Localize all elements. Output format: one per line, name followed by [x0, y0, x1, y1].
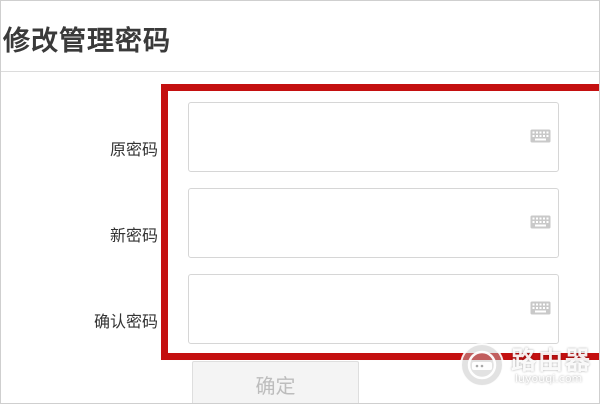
old-password-label: 原密码	[109, 140, 158, 159]
confirm-button[interactable]: 确定	[192, 361, 359, 403]
confirm-password-input[interactable]	[188, 274, 559, 344]
new-password-label: 新密码	[109, 226, 158, 245]
password-change-panel: 修改管理密码 原密码 新密码 确认密码 确定 路由器 luyouqi.com	[0, 0, 600, 404]
page-title: 修改管理密码	[3, 26, 171, 57]
keyboard-icon[interactable]	[530, 301, 551, 315]
confirm-password-label: 确认密码	[93, 312, 158, 331]
keyboard-icon[interactable]	[530, 215, 551, 229]
watermark-domain: luyouqi.com	[515, 372, 583, 385]
new-password-input[interactable]	[188, 188, 559, 258]
watermark: 路由器 luyouqi.com	[459, 340, 595, 390]
router-logo-icon	[460, 343, 504, 387]
keyboard-icon[interactable]	[530, 129, 551, 143]
old-password-input[interactable]	[188, 102, 559, 172]
header-divider	[1, 71, 599, 72]
